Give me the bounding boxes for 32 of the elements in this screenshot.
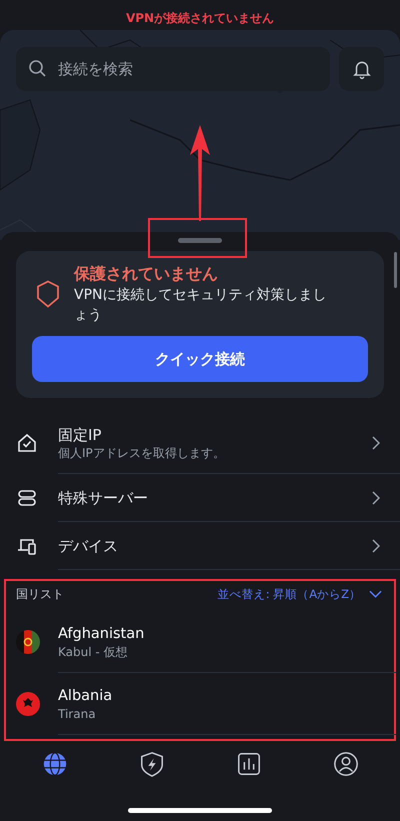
status-message: VPNに接続してセキュリティ対策しましょう [74, 286, 328, 325]
search-field[interactable]: 接続を検索 [16, 47, 330, 91]
chevron-icon [372, 491, 380, 505]
menu-title: 固定IP [58, 425, 102, 445]
menu-item[interactable]: 特殊サーバー [0, 474, 400, 522]
sort-dropdown[interactable]: 並べ替え: 昇順（AからZ） [218, 586, 382, 602]
country-name: Albania [58, 686, 112, 706]
shield-icon [36, 280, 60, 308]
menu-item[interactable]: デバイス [0, 522, 400, 570]
country-name: Afghanistan [58, 624, 144, 644]
flag-icon [16, 692, 40, 716]
country-item[interactable]: Albania Tirana [4, 673, 396, 735]
menu-title: 特殊サーバー [58, 488, 149, 508]
quick-connect-button[interactable]: クイック接続 [32, 336, 368, 382]
server-icon [16, 487, 38, 509]
status-text: VPNが接続されていません [126, 10, 274, 26]
country-item[interactable]: Afghanistan Kabul - 仮想 [4, 611, 396, 673]
chevron-icon [372, 436, 380, 450]
house-check-icon [16, 432, 38, 454]
notification-button[interactable] [339, 47, 384, 91]
flag-icon [16, 630, 40, 654]
menu-subtitle: 個人IPアドレスを取得します。 [58, 445, 226, 461]
chevron-icon [372, 539, 380, 553]
status-title: 保護されていません [74, 263, 219, 285]
drag-handle[interactable] [178, 238, 222, 243]
menu-title: デバイス [58, 536, 119, 556]
scrollbar [394, 252, 397, 288]
menu-item[interactable]: 固定IP 個人IPアドレスを取得します。 [0, 412, 400, 474]
city-name: Kabul - 仮想 [58, 644, 129, 660]
section-title: 国リスト [16, 586, 64, 602]
city-name: Tirana [58, 706, 97, 722]
chevron-down-icon [369, 590, 382, 598]
